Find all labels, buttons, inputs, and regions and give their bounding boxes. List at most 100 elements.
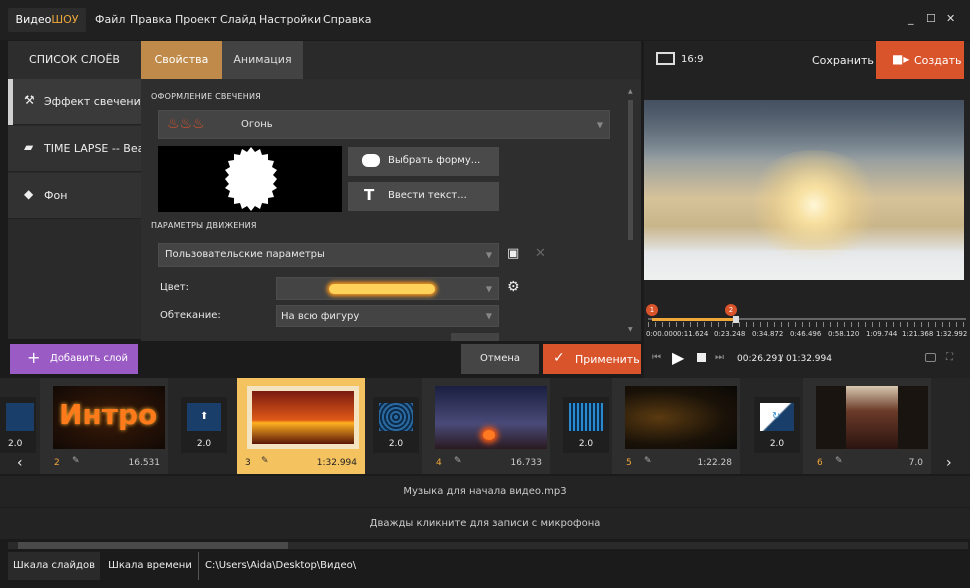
- layers-header: СПИСОК СЛОЁВ: [8, 41, 141, 79]
- slide-2[interactable]: Интро 2 ✎ 16.531: [40, 378, 168, 474]
- rotate-icon: ↻: [772, 411, 781, 422]
- horizontal-scroll-thumb[interactable]: [18, 542, 288, 549]
- chevron-right-icon[interactable]: ›: [946, 455, 952, 471]
- cancel-button[interactable]: Отмена: [461, 344, 539, 374]
- save-button[interactable]: Сохранить: [812, 54, 874, 67]
- mic-track[interactable]: Дважды кликните для записи с микрофона: [0, 508, 970, 539]
- active-indicator: [8, 79, 13, 125]
- slide-number: 2: [54, 458, 60, 468]
- wrap-value: На всю фигуру: [281, 311, 360, 322]
- slide-thumbnail: [247, 386, 359, 449]
- chevron-left-icon[interactable]: ‹: [17, 455, 23, 471]
- close-button[interactable]: ✕: [946, 12, 955, 25]
- slides-view-button[interactable]: Шкала слайдов: [8, 552, 100, 580]
- video-camera-icon: ■▸: [892, 52, 910, 66]
- tab-animation[interactable]: Анимация: [222, 41, 303, 79]
- partial-field: [451, 333, 499, 341]
- apply-label: Применить: [575, 353, 640, 366]
- app-logo: ВидеоШОУ: [8, 8, 86, 32]
- checkmark-icon: ✓: [553, 350, 565, 366]
- pencil-icon[interactable]: ✎: [835, 456, 843, 466]
- magic-wand-icon: ⚒: [24, 93, 35, 107]
- aspect-ratio[interactable]: 16:9: [681, 54, 703, 65]
- color-dropdown[interactable]: ▼: [276, 277, 499, 300]
- slide-5[interactable]: 5 ✎ 1:22.28: [612, 378, 740, 474]
- slide-4[interactable]: 4 ✎ 16.733: [422, 378, 550, 474]
- slide-thumbnail: [816, 386, 928, 449]
- monitor-icon[interactable]: [656, 52, 675, 65]
- slide-3[interactable]: 3 ✎ 1:32.994: [237, 378, 365, 474]
- marker-2[interactable]: 2: [725, 304, 737, 316]
- tick-label: 1:09.744: [866, 330, 898, 338]
- snapshot-icon[interactable]: [925, 353, 936, 362]
- menu-edit[interactable]: Правка: [130, 13, 172, 26]
- glow-preset-dropdown[interactable]: ♨♨♨ Огонь ▼: [158, 110, 610, 139]
- scroll-up-icon[interactable]: ▲: [628, 88, 633, 95]
- skip-forward-icon[interactable]: ⏭: [715, 352, 724, 363]
- logo-text-a: Видео: [15, 13, 52, 26]
- menu-help[interactable]: Справка: [323, 13, 371, 26]
- transition-3[interactable]: 2.0: [563, 397, 609, 453]
- transition-thumb: [379, 403, 413, 431]
- slide-6[interactable]: 6 ✎ 7.0: [803, 378, 931, 474]
- pencil-icon[interactable]: ✎: [261, 456, 269, 466]
- building-right: [898, 386, 928, 449]
- sky-clouds: [644, 100, 964, 160]
- music-track[interactable]: Музыка для начала видео.mp3: [0, 476, 970, 507]
- timeline-view-button[interactable]: Шкала времени: [103, 552, 197, 580]
- pencil-icon[interactable]: ✎: [644, 456, 652, 466]
- logo-text-b: ШОУ: [51, 13, 79, 26]
- text-icon: T: [364, 186, 375, 204]
- transition-4[interactable]: ↻ 2.0: [754, 397, 800, 453]
- fire-color-swatch: [329, 284, 435, 294]
- sea-of-clouds: [644, 250, 964, 280]
- menu-file[interactable]: Файл: [95, 13, 125, 26]
- add-layer-label: Добавить слой: [50, 353, 129, 364]
- tick-label: 0:34.872: [752, 330, 784, 338]
- stop-icon[interactable]: [697, 353, 706, 362]
- layer-item-video[interactable]: ▰ TIME LAPSE -- Bea...: [8, 126, 155, 172]
- chevron-down-icon: ▼: [485, 250, 492, 260]
- transition-thumb: [569, 403, 603, 431]
- pencil-icon[interactable]: ✎: [72, 456, 80, 466]
- scroll-thumb[interactable]: [628, 100, 633, 240]
- fullscreen-icon[interactable]: ⛶: [946, 352, 953, 363]
- scroll-down-icon[interactable]: ▼: [628, 326, 633, 333]
- apply-button[interactable]: ✓ Применить: [543, 344, 641, 374]
- menu-project[interactable]: Проект: [175, 13, 217, 26]
- play-icon[interactable]: ▶: [672, 348, 684, 367]
- layer-item-glow[interactable]: ⚒ Эффект свечения: [8, 79, 147, 125]
- motion-preset-dropdown[interactable]: Пользовательские параметры ▼: [158, 243, 499, 267]
- add-layer-button[interactable]: + Добавить слой: [10, 344, 138, 374]
- skip-back-icon[interactable]: ⏮: [652, 352, 661, 363]
- slide-duration: 16.531: [128, 458, 161, 468]
- menu-settings[interactable]: Настройки: [259, 13, 321, 26]
- create-button[interactable]: ■▸ Создать: [876, 41, 964, 79]
- layer-item-background[interactable]: ◆ Фон: [8, 173, 141, 219]
- tick-label: 0:11.624: [677, 330, 709, 338]
- marker-1[interactable]: 1: [646, 304, 658, 316]
- wrap-dropdown[interactable]: На всю фигуру ▼: [276, 305, 499, 327]
- transition-2[interactable]: 2.0: [373, 397, 419, 453]
- transition-1[interactable]: ⬆ 2.0: [181, 397, 227, 453]
- transition-partial[interactable]: 2.0: [0, 397, 36, 453]
- slide-thumbnail: [435, 386, 547, 449]
- maximize-button[interactable]: ☐: [926, 12, 936, 25]
- chevron-down-icon: ▼: [596, 120, 603, 129]
- pencil-icon[interactable]: ✎: [454, 456, 462, 466]
- delete-preset-icon[interactable]: ✕: [535, 246, 546, 261]
- transition-duration: 2.0: [388, 439, 404, 449]
- menu-slide[interactable]: Слайд: [220, 13, 256, 26]
- transition-duration: 2.0: [578, 439, 594, 449]
- slide-number: 3: [245, 458, 251, 468]
- choose-shape-button[interactable]: Выбрать форму...: [348, 147, 499, 176]
- tab-properties[interactable]: Свойства: [141, 41, 222, 79]
- save-preset-icon[interactable]: ▣: [507, 246, 519, 261]
- minimize-button[interactable]: _: [908, 12, 914, 25]
- current-time: 00:26.291: [737, 354, 783, 364]
- transition-thumb: ↻: [760, 403, 794, 431]
- enter-text-button[interactable]: T Ввести текст...: [348, 182, 499, 211]
- gear-icon[interactable]: ⚙: [507, 279, 520, 295]
- motion-preset-value: Пользовательские параметры: [165, 249, 325, 260]
- slide-duration: 16.733: [510, 458, 543, 468]
